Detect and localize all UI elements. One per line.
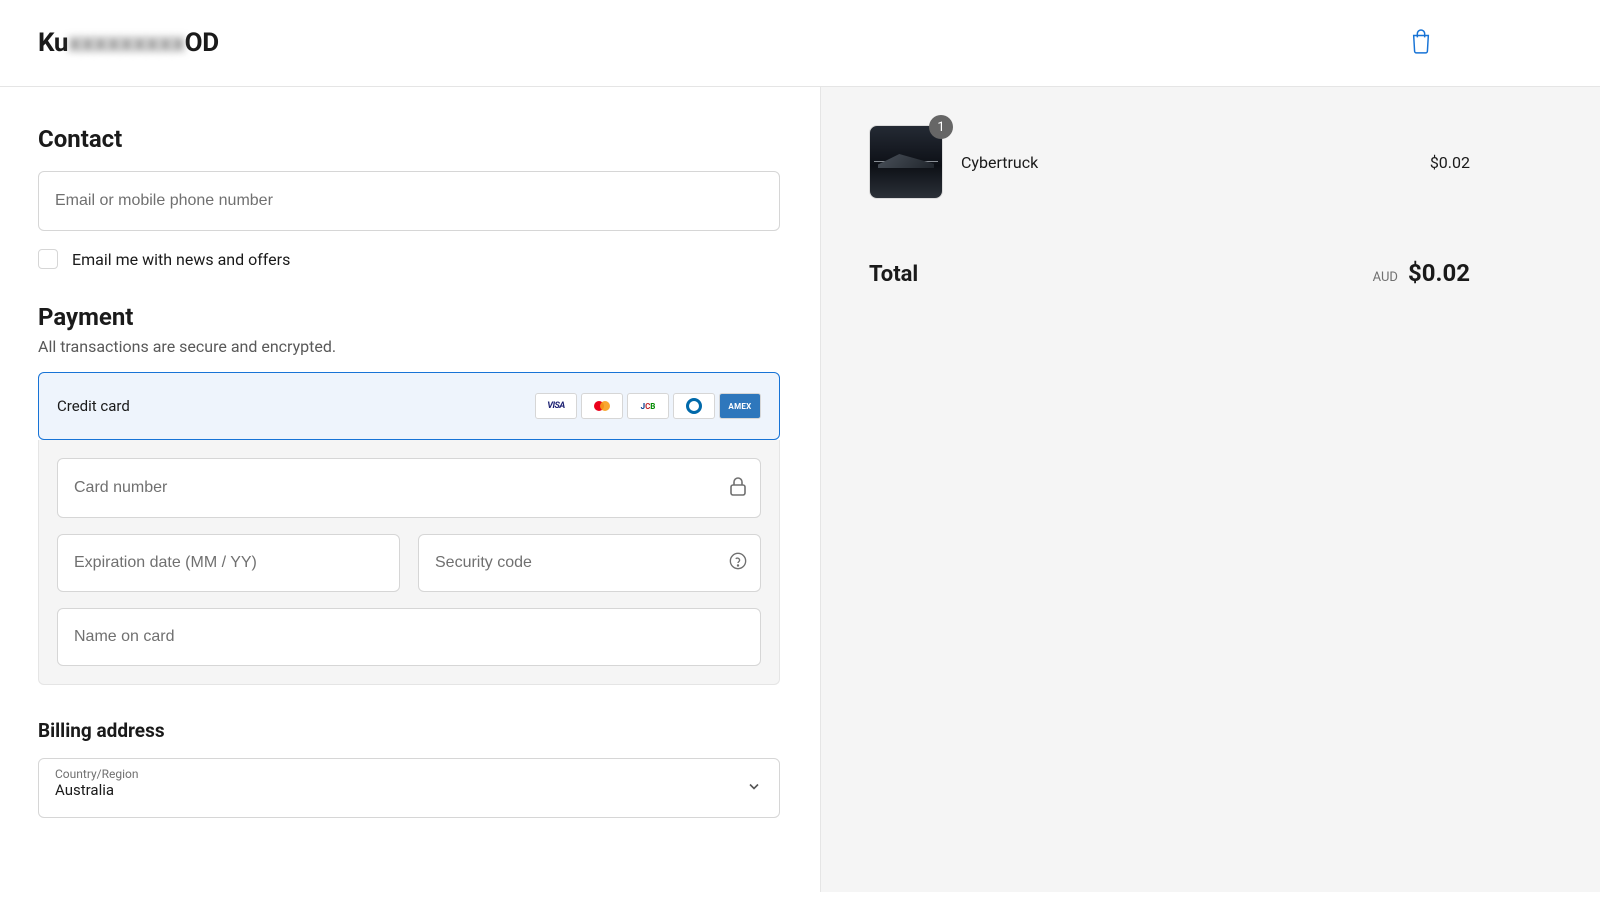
country-value: Australia (55, 781, 763, 799)
payment-heading: Payment (38, 303, 780, 331)
product-thumbnail (869, 125, 943, 199)
amex-icon: AMEX (719, 393, 761, 419)
billing-heading: Billing address (38, 719, 780, 742)
chevron-down-icon (747, 779, 761, 798)
name-on-card-input[interactable] (57, 608, 761, 666)
store-name[interactable]: KuxxxxxxxxxOD (38, 28, 219, 58)
cvv-input[interactable] (418, 534, 761, 592)
page-header: KuxxxxxxxxxOD (0, 0, 1600, 87)
diners-icon (673, 393, 715, 419)
quantity-badge: 1 (929, 115, 953, 139)
mastercard-icon (581, 393, 623, 419)
credit-card-label: Credit card (57, 397, 130, 415)
credit-card-option[interactable]: Credit card VISA JCB AMEX (38, 372, 780, 440)
newsletter-label: Email me with news and offers (72, 250, 290, 269)
brand-redacted: xxxxxxxxx (68, 28, 184, 58)
accepted-cards: VISA JCB AMEX (535, 393, 761, 419)
visa-icon: VISA (535, 393, 577, 419)
help-icon[interactable] (729, 552, 747, 574)
lock-icon (729, 476, 747, 500)
newsletter-checkbox[interactable] (38, 249, 58, 269)
payment-subtext: All transactions are secure and encrypte… (38, 337, 780, 356)
contact-email-input[interactable] (38, 171, 780, 231)
brand-suffix: OD (185, 28, 219, 58)
contact-heading: Contact (38, 125, 780, 153)
expiry-input[interactable] (57, 534, 400, 592)
total-label: Total (869, 262, 918, 287)
card-number-input[interactable] (57, 458, 761, 518)
jcb-icon: JCB (627, 393, 669, 419)
order-summary: 1 Cybertruck $0.02 Total AUD $0.02 (820, 87, 1600, 892)
country-select[interactable]: Country/Region Australia (38, 758, 780, 818)
credit-card-fields (38, 440, 780, 685)
line-price: $0.02 (1430, 153, 1470, 172)
currency-code: AUD (1373, 270, 1398, 285)
shopping-bag-icon (1410, 39, 1432, 58)
checkout-form: Contact Email me with news and offers Pa… (0, 87, 820, 892)
cart-button[interactable] (1410, 28, 1562, 58)
total-amount: $0.02 (1408, 259, 1470, 287)
cart-line-item: 1 Cybertruck $0.02 (869, 125, 1470, 199)
product-name: Cybertruck (961, 153, 1412, 172)
country-label: Country/Region (55, 767, 763, 781)
brand-prefix: Ku (38, 28, 68, 58)
